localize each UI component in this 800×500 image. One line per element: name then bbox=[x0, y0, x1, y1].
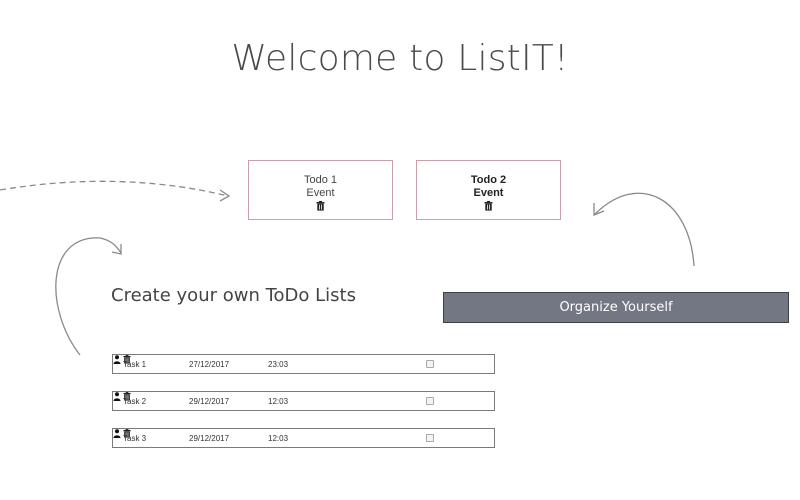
task-date: 27/12/2017 bbox=[189, 360, 230, 369]
task-date: 29/12/2017 bbox=[189, 397, 230, 406]
task-checkbox[interactable] bbox=[426, 360, 434, 368]
task-name: Task 2 bbox=[123, 397, 147, 406]
todo-card-1[interactable]: Todo 1 Event bbox=[248, 160, 393, 220]
card-title: Todo 2 bbox=[470, 174, 507, 186]
card-title: Todo 1 bbox=[303, 174, 338, 186]
task-date: 29/12/2017 bbox=[189, 434, 230, 443]
task-row[interactable]: Task 2 29/12/2017 12:03 bbox=[112, 391, 495, 411]
task-time: 12:03 bbox=[268, 397, 289, 406]
section-subtitle: Create your own ToDo Lists bbox=[111, 285, 356, 306]
task-name: Task 1 bbox=[123, 360, 147, 369]
task-time: 12:03 bbox=[268, 434, 289, 443]
task-checkbox[interactable] bbox=[426, 397, 434, 405]
todo-card-2[interactable]: Todo 2 Event bbox=[416, 160, 561, 220]
task-time: 23:03 bbox=[268, 360, 289, 369]
card-subtitle: Event bbox=[306, 187, 335, 199]
organize-yourself-button[interactable]: Organize Yourself bbox=[443, 292, 789, 323]
task-checkbox[interactable] bbox=[426, 434, 434, 442]
user-icon[interactable] bbox=[113, 429, 121, 438]
card-subtitle: Event bbox=[473, 187, 504, 199]
user-icon[interactable] bbox=[113, 355, 121, 364]
task-name: Task 3 bbox=[123, 434, 147, 443]
trash-icon[interactable] bbox=[316, 201, 325, 211]
task-row[interactable]: Task 1 27/12/2017 23:03 bbox=[112, 354, 495, 374]
task-row[interactable]: Task 3 29/12/2017 12:03 bbox=[112, 428, 495, 448]
trash-icon[interactable] bbox=[484, 201, 493, 211]
user-icon[interactable] bbox=[113, 392, 121, 401]
decorative-arrows bbox=[0, 180, 695, 356]
